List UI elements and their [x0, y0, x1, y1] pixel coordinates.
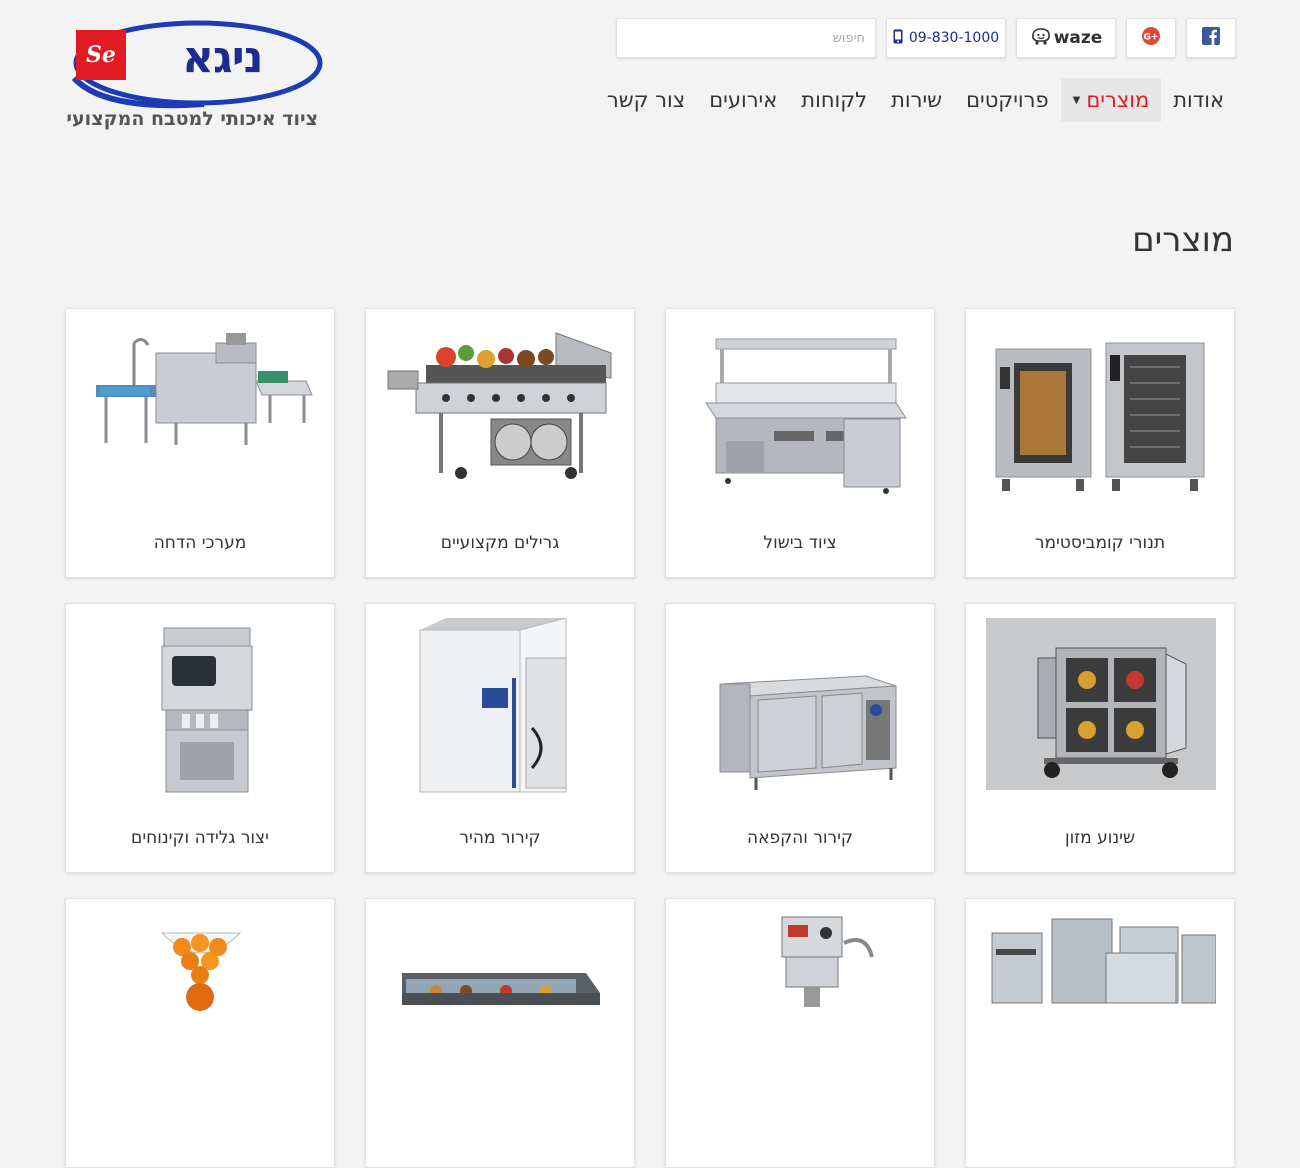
mobile-phone-icon	[893, 29, 903, 48]
grill-image	[386, 323, 616, 503]
logo-tagline: ציוד איכותי למטבח המקצועי	[66, 108, 318, 130]
dishwasher-image	[86, 323, 316, 503]
soft-serve-machine-image	[86, 618, 316, 798]
product-label: ציוד בישול	[763, 533, 837, 553]
cooking-equipment-image	[686, 323, 916, 503]
product-card[interactable]: קירור והקפאה	[665, 603, 935, 873]
product-card[interactable]: גרילים מקצועיים	[365, 308, 635, 578]
nav-item-projects[interactable]: פרויקטים	[954, 78, 1061, 122]
top-toolbar: 09-830-1000 waze G+	[616, 18, 1236, 58]
main-nav: אודות מוצרים ▼ פרויקטים שירות לקוחות אירו…	[595, 78, 1236, 122]
nav-item-products-label: מוצרים	[1086, 88, 1150, 112]
logo-mark: Se	[76, 30, 126, 80]
product-card[interactable]: מערכי הדחה	[65, 308, 335, 578]
ice-machine-image	[986, 913, 1217, 1093]
product-label: מערכי הדחה	[153, 533, 247, 553]
blast-chiller-image	[386, 617, 616, 798]
product-label: קירור והקפאה	[747, 828, 853, 848]
page-title: מוצרים	[1132, 220, 1234, 260]
juicer-image	[86, 913, 316, 1093]
product-grid: תנורי קומביסטימר ציוד בישול גרילים מקצוע…	[65, 308, 1235, 1168]
caret-down-icon: ▼	[1072, 95, 1081, 106]
refrigerated-counter-image	[686, 618, 916, 798]
svg-text:G+: G+	[1144, 33, 1159, 43]
phone-number: 09-830-1000	[908, 30, 1000, 46]
product-label: קירור מהיר	[459, 828, 541, 848]
nav-item-events[interactable]: אירועים	[697, 78, 789, 122]
product-label: תנורי קומביסטימר	[1034, 533, 1166, 553]
product-label: יצור גלידה וקינוחים	[131, 828, 269, 848]
product-label: שינוע מזון	[1064, 828, 1136, 848]
phone-button[interactable]: 09-830-1000	[886, 18, 1006, 58]
search-input[interactable]	[616, 18, 876, 58]
product-card[interactable]	[365, 898, 635, 1168]
google-plus-button[interactable]: G+	[1126, 18, 1176, 58]
logo-brand-name: ניגא	[182, 32, 264, 83]
product-card[interactable]	[965, 898, 1235, 1168]
facebook-icon	[1202, 27, 1220, 49]
product-card[interactable]: תנורי קומביסטימר	[965, 308, 1235, 578]
nav-item-products[interactable]: מוצרים ▼	[1060, 78, 1162, 122]
product-card[interactable]	[65, 898, 335, 1168]
nav-item-service[interactable]: שירות	[879, 78, 954, 122]
mixer-image	[686, 913, 916, 1093]
product-card[interactable]: ציוד בישול	[665, 308, 935, 578]
waze-label: waze	[1053, 28, 1103, 48]
waze-button[interactable]: waze	[1016, 18, 1116, 58]
product-card[interactable]	[665, 898, 935, 1168]
combi-oven-image	[986, 323, 1216, 503]
product-card[interactable]: יצור גלידה וקינוחים	[65, 603, 335, 873]
nav-item-contact[interactable]: צור קשר	[595, 78, 697, 122]
display-case-image	[386, 913, 616, 1093]
waze-icon	[1030, 26, 1052, 51]
nav-item-clients[interactable]: לקוחות	[789, 78, 879, 122]
product-card[interactable]: שינוע מזון	[965, 603, 1235, 873]
product-label: גרילים מקצועיים	[440, 533, 560, 553]
food-transport-cart-image	[986, 618, 1216, 798]
google-plus-icon: G+	[1142, 27, 1160, 49]
facebook-button[interactable]	[1186, 18, 1236, 58]
nav-item-about[interactable]: אודות	[1161, 78, 1236, 122]
product-card[interactable]: קירור מהיר	[365, 603, 635, 873]
site-logo[interactable]: Se ניגא ציוד איכותי למטבח המקצועי	[64, 16, 326, 136]
